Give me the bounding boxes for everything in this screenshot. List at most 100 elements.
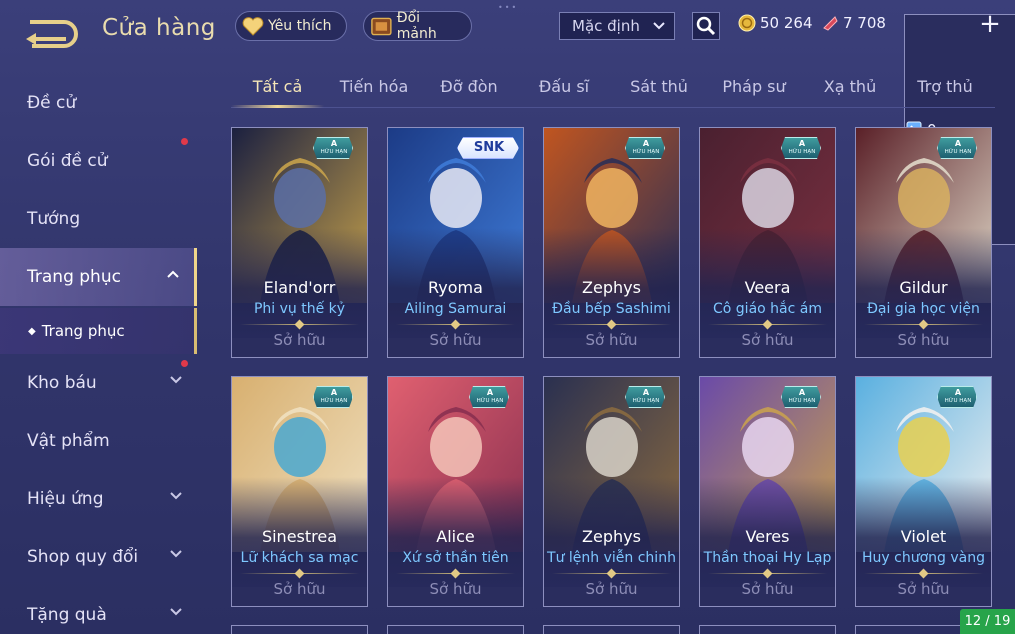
- tab-tank[interactable]: Đỡ đòn: [427, 77, 511, 96]
- add-currency-button[interactable]: +: [978, 10, 1002, 38]
- badge-grade: A: [330, 139, 338, 148]
- owned-status: Sở hữu: [273, 331, 326, 349]
- voucher-currency: 7 708: [821, 14, 886, 32]
- sidebar: Đề cử Gói đề cử Tướng Trang phục ◆ Trang…: [0, 56, 200, 634]
- heart-icon: [242, 17, 264, 36]
- notification-dot: [181, 138, 188, 145]
- sidebar-item-label: Hiệu ứng: [27, 489, 104, 509]
- skin-card[interactable]: SNK Ryoma Ailing Samurai Sở hữu: [387, 127, 524, 358]
- skin-card[interactable]: A HỮU HẠN Alice Xứ sở thần tiên Sở hữu: [387, 376, 524, 607]
- badge-grade: A: [330, 388, 338, 397]
- skin-card[interactable]: A HỮU HẠN Veres Thần thoại Hy Lạp Sở hữu: [699, 376, 836, 607]
- sidebar-subitem-skins[interactable]: ◆ Trang phục: [0, 308, 197, 354]
- badge-grade: A: [642, 388, 650, 397]
- owned-status: Sở hữu: [897, 331, 950, 349]
- sort-dropdown[interactable]: Mặc định: [559, 12, 675, 40]
- badge-text: HỮU HẠN: [944, 398, 972, 404]
- skin-card[interactable]: A HỮU HẠN Eland'orr Phi vụ thế kỷ Sở hữu: [231, 127, 368, 358]
- badge-grade: A: [486, 388, 494, 397]
- badge-grade: A: [954, 139, 962, 148]
- limited-grade-badge: A HỮU HẠN: [781, 386, 821, 408]
- chevron-down-icon: [170, 608, 182, 616]
- tab-support[interactable]: Trợ thủ: [905, 77, 985, 96]
- owned-status: Sở hữu: [585, 580, 638, 598]
- sidebar-item-items[interactable]: Vật phẩm: [0, 412, 197, 470]
- search-button[interactable]: [692, 12, 720, 40]
- limited-grade-badge: A HỮU HẠN: [937, 386, 977, 408]
- skin-card[interactable]: A HỮU HẠN Sinestrea Lữ khách sa mạc Sở hữu: [231, 376, 368, 607]
- owned-status: Sở hữu: [585, 331, 638, 349]
- badge-text: SNK: [473, 140, 505, 155]
- skin-card[interactable]: A HỮU HẠN Gildur Đại gia học viện Sở hữu: [855, 127, 992, 358]
- sidebar-subitem-label: Trang phục: [41, 322, 125, 340]
- favorites-button[interactable]: Yêu thích: [235, 11, 347, 41]
- chevron-down-icon: [170, 492, 182, 500]
- skin-name: Lữ khách sa mạc: [240, 550, 359, 566]
- tab-evolution[interactable]: Tiến hóa: [331, 77, 417, 96]
- tab-mage[interactable]: Pháp sư: [713, 77, 795, 96]
- skin-card[interactable]: A HỮU HẠN Zephys Tư lệnh viễn chinh Sở hữu: [543, 376, 680, 607]
- hero-name: Ryoma: [428, 278, 483, 297]
- badge-grade: A: [798, 388, 806, 397]
- gold-coin-icon: [738, 14, 756, 32]
- badge-text: HỮU HẠN: [944, 149, 972, 155]
- drag-handle: •••: [498, 3, 519, 12]
- badge-text: HỮU HẠN: [788, 149, 816, 155]
- sidebar-item-skins[interactable]: Trang phục: [0, 248, 197, 306]
- tab-fighter[interactable]: Đấu sĩ: [526, 77, 602, 96]
- owned-status: Sở hữu: [741, 331, 794, 349]
- sidebar-item-label: Kho báu: [27, 373, 97, 393]
- owned-status: Sở hữu: [429, 331, 482, 349]
- hero-name: Sinestrea: [261, 527, 338, 546]
- tab-assassin[interactable]: Sát thủ: [619, 77, 699, 96]
- hero-name: Alice: [436, 527, 475, 546]
- shard-chest-icon: [371, 17, 392, 36]
- skin-card[interactable]: A HỮU HẠN Violet Huy chương vàng Sở hữu: [855, 376, 992, 607]
- sidebar-item-bundles[interactable]: Gói đề cử: [0, 132, 197, 190]
- sidebar-item-heroes[interactable]: Tướng: [0, 190, 197, 248]
- category-tabs: Tất cả Tiến hóa Đỡ đòn Đấu sĩ Sát thủ Ph…: [231, 68, 995, 108]
- notification-dot: [181, 360, 188, 367]
- limited-grade-badge: A HỮU HẠN: [313, 386, 353, 408]
- owned-status: Sở hữu: [429, 580, 482, 598]
- snk-collab-badge: SNK: [457, 137, 519, 159]
- exchange-shards-button[interactable]: Đổi mảnh: [363, 10, 472, 42]
- sidebar-item-recommended[interactable]: Đề cử: [0, 74, 197, 132]
- sidebar-item-label: Tướng: [27, 209, 81, 229]
- hero-name: Veera: [744, 278, 791, 297]
- badge-grade: A: [642, 139, 650, 148]
- tab-all[interactable]: Tất cả: [231, 77, 324, 96]
- skin-card-partial[interactable]: [231, 625, 368, 634]
- sidebar-item-label: Vật phẩm: [27, 431, 110, 451]
- hero-name: Violet: [900, 527, 947, 546]
- sidebar-item-gifts[interactable]: Tặng quà: [0, 586, 197, 634]
- limited-grade-badge: A HỮU HẠN: [313, 137, 353, 159]
- chevron-up-icon: [167, 270, 179, 278]
- sidebar-item-exchange-shop[interactable]: Shop quy đổi: [0, 528, 197, 586]
- limited-grade-badge: A HỮU HẠN: [781, 137, 821, 159]
- chevron-down-icon: [170, 376, 182, 384]
- skin-card[interactable]: A HỮU HẠN Zephys Đầu bếp Sashimi Sở hữu: [543, 127, 680, 358]
- sidebar-item-treasure[interactable]: Kho báu: [0, 354, 197, 412]
- badge-grade: A: [954, 388, 962, 397]
- sidebar-item-effects[interactable]: Hiệu ứng: [0, 470, 197, 528]
- tab-marksman[interactable]: Xạ thủ: [815, 77, 885, 96]
- hero-name: Veres: [745, 527, 790, 546]
- skin-card-partial[interactable]: [543, 625, 680, 634]
- skin-card-partial[interactable]: [699, 625, 836, 634]
- owned-status: Sở hữu: [741, 580, 794, 598]
- skin-card[interactable]: A HỮU HẠN Veera Cô giáo hắc ám Sở hữu: [699, 127, 836, 358]
- gold-currency: 50 264: [738, 14, 813, 32]
- hero-name: Zephys: [582, 278, 641, 297]
- bullet-icon: ◆: [28, 325, 36, 337]
- badge-text: HỮU HẠN: [476, 398, 504, 404]
- back-button[interactable]: [22, 12, 82, 48]
- hero-name: Zephys: [582, 527, 641, 546]
- voucher-amount: 7 708: [843, 14, 886, 32]
- badge-text: HỮU HẠN: [320, 149, 348, 155]
- gold-amount: 50 264: [760, 14, 813, 32]
- sidebar-item-label: Trang phục: [27, 267, 121, 287]
- owned-status: Sở hữu: [897, 580, 950, 598]
- skin-card-partial[interactable]: [387, 625, 524, 634]
- search-icon: [696, 16, 716, 36]
